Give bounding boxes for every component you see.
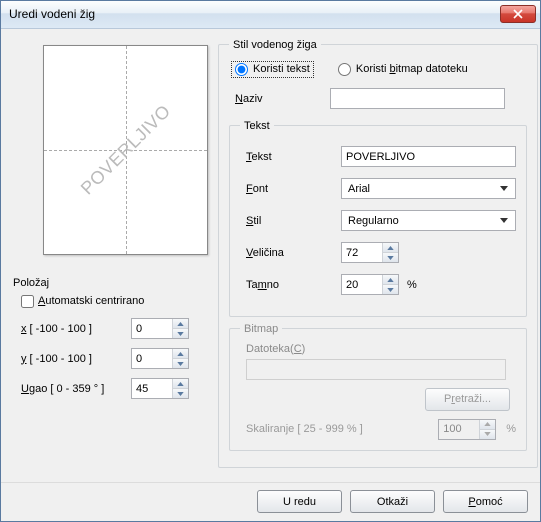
radio-use-text-input[interactable] [235, 63, 248, 76]
browse-button: Pretraži... [425, 388, 510, 411]
position-label: Položaj [13, 277, 208, 289]
shade-input[interactable] [342, 275, 382, 294]
scale-unit: % [506, 423, 516, 435]
x-spin-up[interactable] [173, 319, 188, 329]
x-spinner[interactable] [131, 318, 189, 339]
font-select[interactable]: Arial [341, 178, 516, 199]
shade-spinner[interactable] [341, 274, 399, 295]
radio-use-bitmap-input[interactable] [338, 63, 351, 76]
x-spin-down[interactable] [173, 329, 188, 338]
y-spin-down[interactable] [173, 359, 188, 368]
style-label: Stil [246, 215, 341, 227]
style-group: Stil vodenog žiga Koristi tekst Koristi … [218, 39, 538, 468]
watermark-preview: POVERLJIVO [43, 45, 208, 255]
window-title: Uredi vodeni žig [9, 7, 500, 21]
dialog-content: POVERLJIVO Položaj Automatski centrirano… [1, 29, 540, 482]
file-path-box [246, 359, 506, 380]
shade-spin-up[interactable] [383, 275, 398, 285]
shade-unit: % [407, 279, 417, 291]
chevron-down-icon [496, 180, 511, 197]
angle-input[interactable] [132, 379, 172, 398]
file-label: Datoteka(C) [246, 343, 516, 355]
size-spin-down[interactable] [383, 253, 398, 262]
x-label: x [ -100 - 100 ] [21, 323, 131, 335]
x-input[interactable] [132, 319, 172, 338]
angle-spin-down[interactable] [173, 389, 188, 398]
font-value: Arial [348, 183, 370, 195]
text-label: Tekst [246, 151, 341, 163]
y-input[interactable] [132, 349, 172, 368]
scale-spin-down [480, 430, 495, 439]
close-button[interactable] [500, 5, 536, 23]
auto-center-label: Automatski centrirano [38, 295, 144, 307]
chevron-down-icon [496, 212, 511, 229]
y-spin-up[interactable] [173, 349, 188, 359]
text-group: Tekst Tekst Font Arial [229, 120, 527, 317]
angle-label: Ugao [ 0 - 359 ° ] [21, 383, 131, 395]
name-input[interactable] [330, 88, 505, 109]
style-select[interactable]: Regularno [341, 210, 516, 231]
scale-input [439, 420, 479, 439]
titlebar: Uredi vodeni žig [1, 1, 540, 29]
cancel-button[interactable]: Otkaži [350, 490, 435, 513]
radio-use-bitmap[interactable]: Koristi bitmap datoteku [338, 63, 468, 76]
button-bar: U redu Otkaži Pomoć [1, 482, 540, 521]
help-button[interactable]: Pomoć [443, 490, 528, 513]
shade-label: Tamno [246, 279, 341, 291]
text-input[interactable] [341, 146, 516, 167]
scale-label: Skaliranje [ 25 - 999 % ] [246, 423, 363, 435]
ok-button[interactable]: U redu [257, 490, 342, 513]
radio-use-text-label: Koristi tekst [253, 63, 310, 75]
style-value: Regularno [348, 215, 399, 227]
name-label: Naziv [235, 93, 330, 105]
radio-use-bitmap-label: Koristi bitmap datoteku [356, 63, 468, 75]
y-label: y [ -100 - 100 ] [21, 353, 131, 365]
y-spinner[interactable] [131, 348, 189, 369]
font-label: Font [246, 183, 341, 195]
angle-spin-up[interactable] [173, 379, 188, 389]
bitmap-legend: Bitmap [240, 323, 282, 335]
size-input[interactable] [342, 243, 382, 262]
shade-spin-down[interactable] [383, 285, 398, 294]
angle-spinner[interactable] [131, 378, 189, 399]
auto-center-checkbox[interactable] [21, 295, 34, 308]
text-legend: Tekst [240, 120, 274, 132]
size-spinner[interactable] [341, 242, 399, 263]
scale-spinner [438, 419, 496, 440]
bitmap-group: Bitmap Datoteka(C) Pretraži... Skaliranj… [229, 323, 527, 451]
radio-use-text[interactable]: Koristi tekst [231, 61, 314, 78]
dialog-window: Uredi vodeni žig POVERLJIVO Položaj Auto… [0, 0, 541, 522]
scale-spin-up [480, 420, 495, 430]
style-legend: Stil vodenog žiga [229, 39, 321, 51]
size-spin-up[interactable] [383, 243, 398, 253]
close-icon [513, 9, 523, 19]
size-label: Veličina [246, 247, 341, 259]
